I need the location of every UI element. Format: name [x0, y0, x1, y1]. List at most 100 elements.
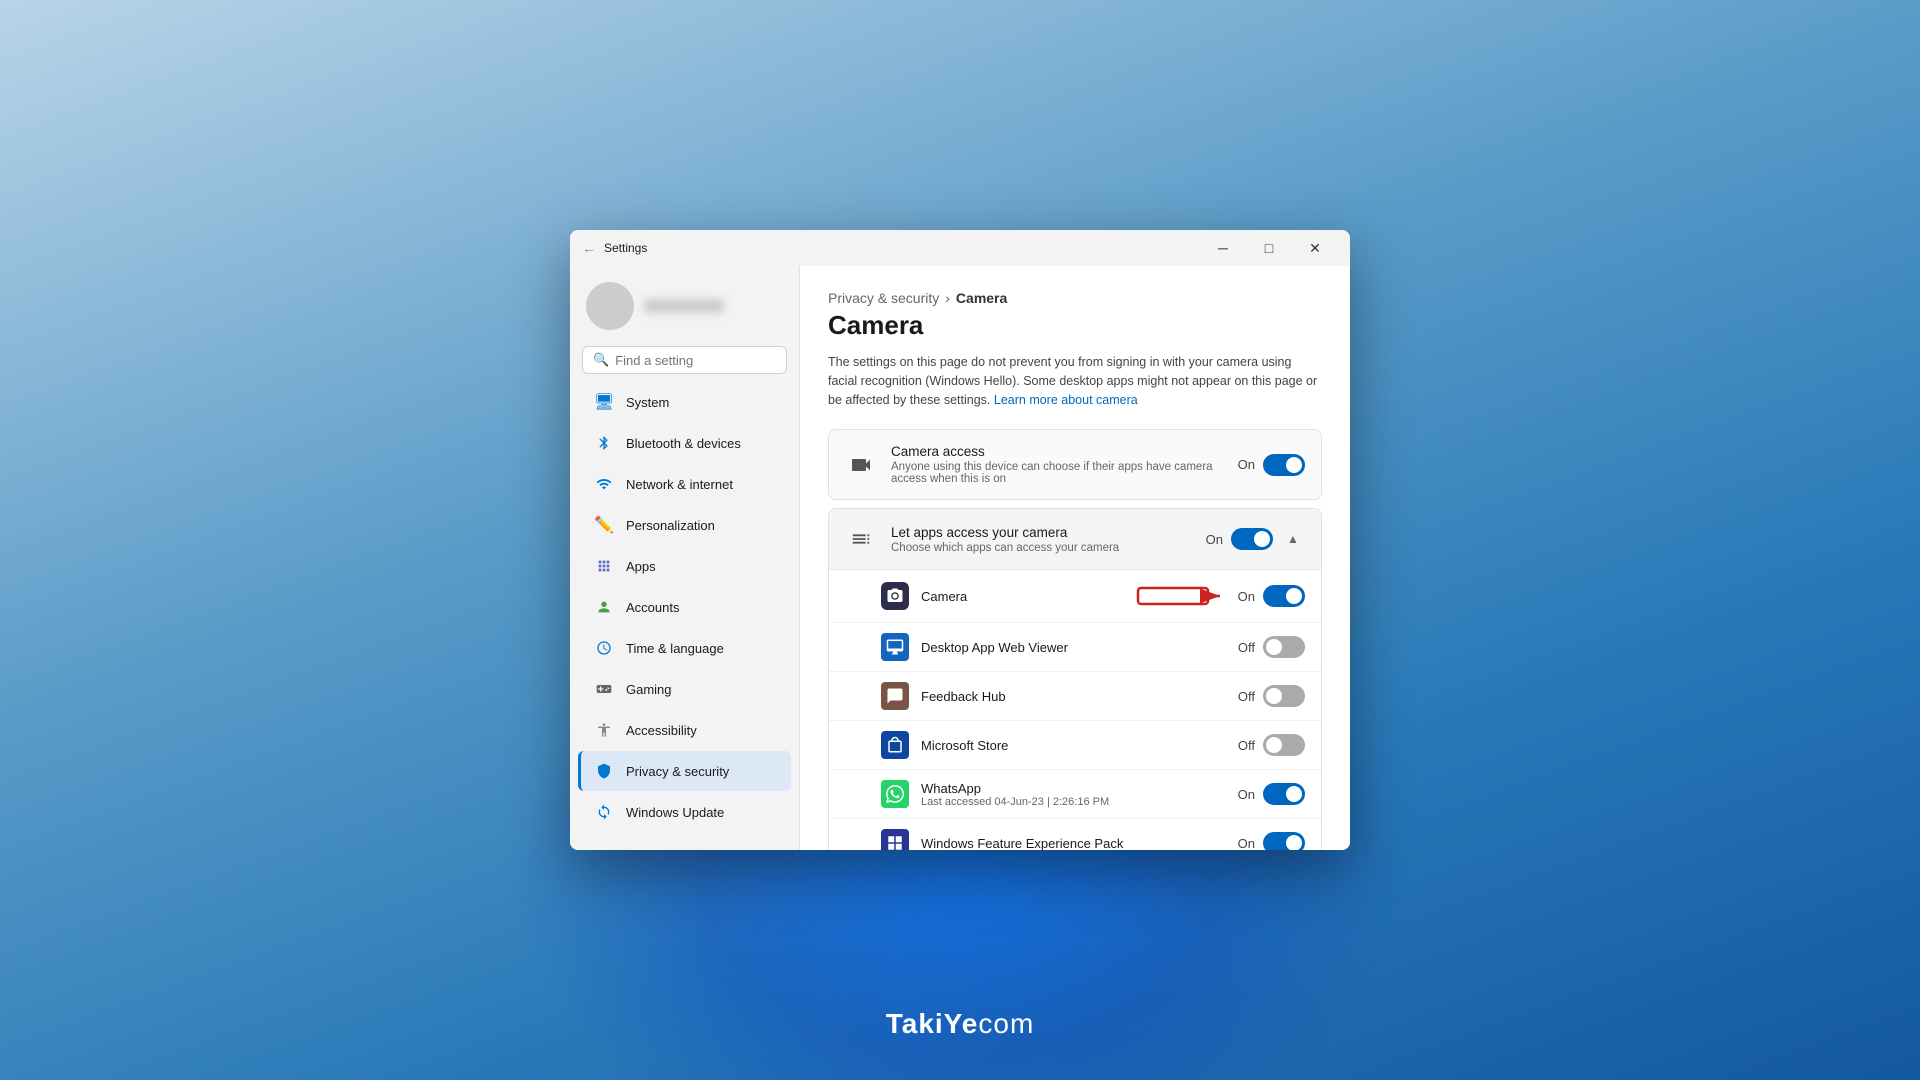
- title-bar: ← Settings ─ □ ✕: [570, 230, 1350, 266]
- watermark: TakiYecom: [886, 1008, 1035, 1040]
- sidebar-item-personalization[interactable]: ✏️ Personalization: [578, 505, 791, 545]
- camera-access-row: Camera access Anyone using this device c…: [829, 430, 1321, 499]
- sidebar-item-network[interactable]: Network & internet: [578, 464, 791, 504]
- sidebar-item-update[interactable]: Windows Update: [578, 792, 791, 832]
- toggle-knob-2: [1254, 531, 1270, 547]
- camera-app-status: On: [1238, 589, 1255, 604]
- whatsapp-icon: [881, 780, 909, 808]
- sidebar: 🔍 🖥 System Bluetooth & devices: [570, 266, 800, 850]
- feature-pack-toggle[interactable]: [1263, 832, 1305, 850]
- accounts-icon: [594, 597, 614, 617]
- let-apps-icon: [845, 523, 877, 555]
- sidebar-item-apps[interactable]: Apps: [578, 546, 791, 586]
- feature-pack-name: Windows Feature Experience Pack: [921, 836, 1226, 850]
- let-apps-toggle[interactable]: [1231, 528, 1273, 550]
- camera-app-toggle[interactable]: [1263, 585, 1305, 607]
- time-icon: [594, 638, 614, 658]
- store-toggle[interactable]: [1263, 734, 1305, 756]
- sidebar-item-time[interactable]: Time & language: [578, 628, 791, 668]
- let-apps-text: Let apps access your camera Choose which…: [891, 525, 1192, 554]
- maximize-button[interactable]: □: [1246, 230, 1292, 266]
- toggle-knob-camera: [1286, 588, 1302, 604]
- desktop-web-status: Off: [1238, 640, 1255, 655]
- search-box[interactable]: 🔍: [582, 346, 787, 374]
- sidebar-item-label-privacy: Privacy & security: [626, 764, 729, 779]
- camera-access-status: On: [1238, 457, 1255, 472]
- whatsapp-sub: Last accessed 04-Jun-23 | 2:26:16 PM: [921, 796, 1226, 808]
- toggle-knob-wa: [1286, 786, 1302, 802]
- camera-access-controls: On: [1238, 454, 1305, 476]
- sidebar-item-system[interactable]: 🖥 System: [578, 382, 791, 422]
- breadcrumb: Privacy & security › Camera: [828, 290, 1322, 306]
- feedback-toggle[interactable]: [1263, 685, 1305, 707]
- sidebar-item-label-bluetooth: Bluetooth & devices: [626, 436, 741, 451]
- let-apps-chevron[interactable]: ▲: [1281, 527, 1305, 551]
- learn-more-link[interactable]: Learn more about camera: [994, 393, 1138, 407]
- store-icon: [881, 731, 909, 759]
- whatsapp-toggle[interactable]: [1263, 783, 1305, 805]
- desktop-web-toggle[interactable]: [1263, 636, 1305, 658]
- feedback-status: Off: [1238, 689, 1255, 704]
- title-bar-controls: ─ □ ✕: [1200, 230, 1338, 266]
- app-row-feedback: Feedback Hub Off: [829, 672, 1321, 721]
- let-apps-section: Let apps access your camera Choose which…: [828, 508, 1322, 850]
- update-icon: [594, 802, 614, 822]
- accessibility-icon: [594, 720, 614, 740]
- avatar: [586, 282, 634, 330]
- sidebar-item-gaming[interactable]: Gaming: [578, 669, 791, 709]
- close-button[interactable]: ✕: [1292, 230, 1338, 266]
- let-apps-row: Let apps access your camera Choose which…: [829, 509, 1321, 570]
- apps-icon: [594, 556, 614, 576]
- desktop-web-controls: Off: [1238, 636, 1305, 658]
- search-input[interactable]: [615, 353, 776, 368]
- app-row-whatsapp: WhatsApp Last accessed 04-Jun-23 | 2:26:…: [829, 770, 1321, 819]
- watermark-text: TakiYecom: [886, 1008, 1035, 1039]
- feature-pack-controls: On: [1238, 832, 1305, 850]
- breadcrumb-parent: Privacy & security: [828, 290, 939, 306]
- store-controls: Off: [1238, 734, 1305, 756]
- breadcrumb-current: Camera: [956, 290, 1007, 306]
- desktop-web-name: Desktop App Web Viewer: [921, 640, 1226, 655]
- sidebar-item-accounts[interactable]: Accounts: [578, 587, 791, 627]
- sidebar-item-bluetooth[interactable]: Bluetooth & devices: [578, 423, 791, 463]
- sidebar-item-label-accessibility: Accessibility: [626, 723, 697, 738]
- title-bar-left: ← Settings: [582, 240, 647, 256]
- whatsapp-name: WhatsApp: [921, 781, 1226, 796]
- camera-app-icon: [881, 582, 909, 610]
- main-content: Privacy & security › Camera Camera The s…: [800, 266, 1350, 850]
- sidebar-item-accessibility[interactable]: Accessibility: [578, 710, 791, 750]
- system-icon: 🖥: [594, 392, 614, 412]
- sidebar-item-privacy[interactable]: Privacy & security: [578, 751, 791, 791]
- feature-pack-status: On: [1238, 836, 1255, 850]
- camera-access-section: Camera access Anyone using this device c…: [828, 429, 1322, 500]
- page-title: Camera: [828, 310, 1322, 341]
- camera-access-icon: [845, 449, 877, 481]
- desktop-web-icon: [881, 633, 909, 661]
- nav-list: 🖥 System Bluetooth & devices Network & i…: [570, 382, 799, 832]
- window-body: 🔍 🖥 System Bluetooth & devices: [570, 266, 1350, 850]
- let-apps-controls: On ▲: [1206, 527, 1305, 551]
- sidebar-item-label-system: System: [626, 395, 669, 410]
- search-icon: 🔍: [593, 352, 609, 368]
- sidebar-item-label-accounts: Accounts: [626, 600, 679, 615]
- minimize-button[interactable]: ─: [1200, 230, 1246, 266]
- page-description: The settings on this page do not prevent…: [828, 353, 1322, 409]
- sidebar-item-label-apps: Apps: [626, 559, 656, 574]
- camera-app-name: Camera: [921, 589, 1124, 604]
- toggle-knob-fp: [1286, 835, 1302, 850]
- whatsapp-text: WhatsApp Last accessed 04-Jun-23 | 2:26:…: [921, 781, 1226, 808]
- whatsapp-status: On: [1238, 787, 1255, 802]
- avatar-area: [570, 274, 799, 346]
- window-title: Settings: [604, 241, 647, 255]
- toggle-knob: [1286, 457, 1302, 473]
- red-arrow: [1136, 580, 1226, 612]
- feedback-name: Feedback Hub: [921, 689, 1226, 704]
- camera-access-toggle[interactable]: [1263, 454, 1305, 476]
- feedback-controls: Off: [1238, 685, 1305, 707]
- camera-access-title: Camera access: [891, 444, 1224, 459]
- network-icon: [594, 474, 614, 494]
- back-arrow-icon[interactable]: ←: [582, 240, 596, 256]
- sidebar-item-label-gaming: Gaming: [626, 682, 672, 697]
- feature-pack-icon: [881, 829, 909, 850]
- camera-app-text: Camera: [921, 589, 1124, 604]
